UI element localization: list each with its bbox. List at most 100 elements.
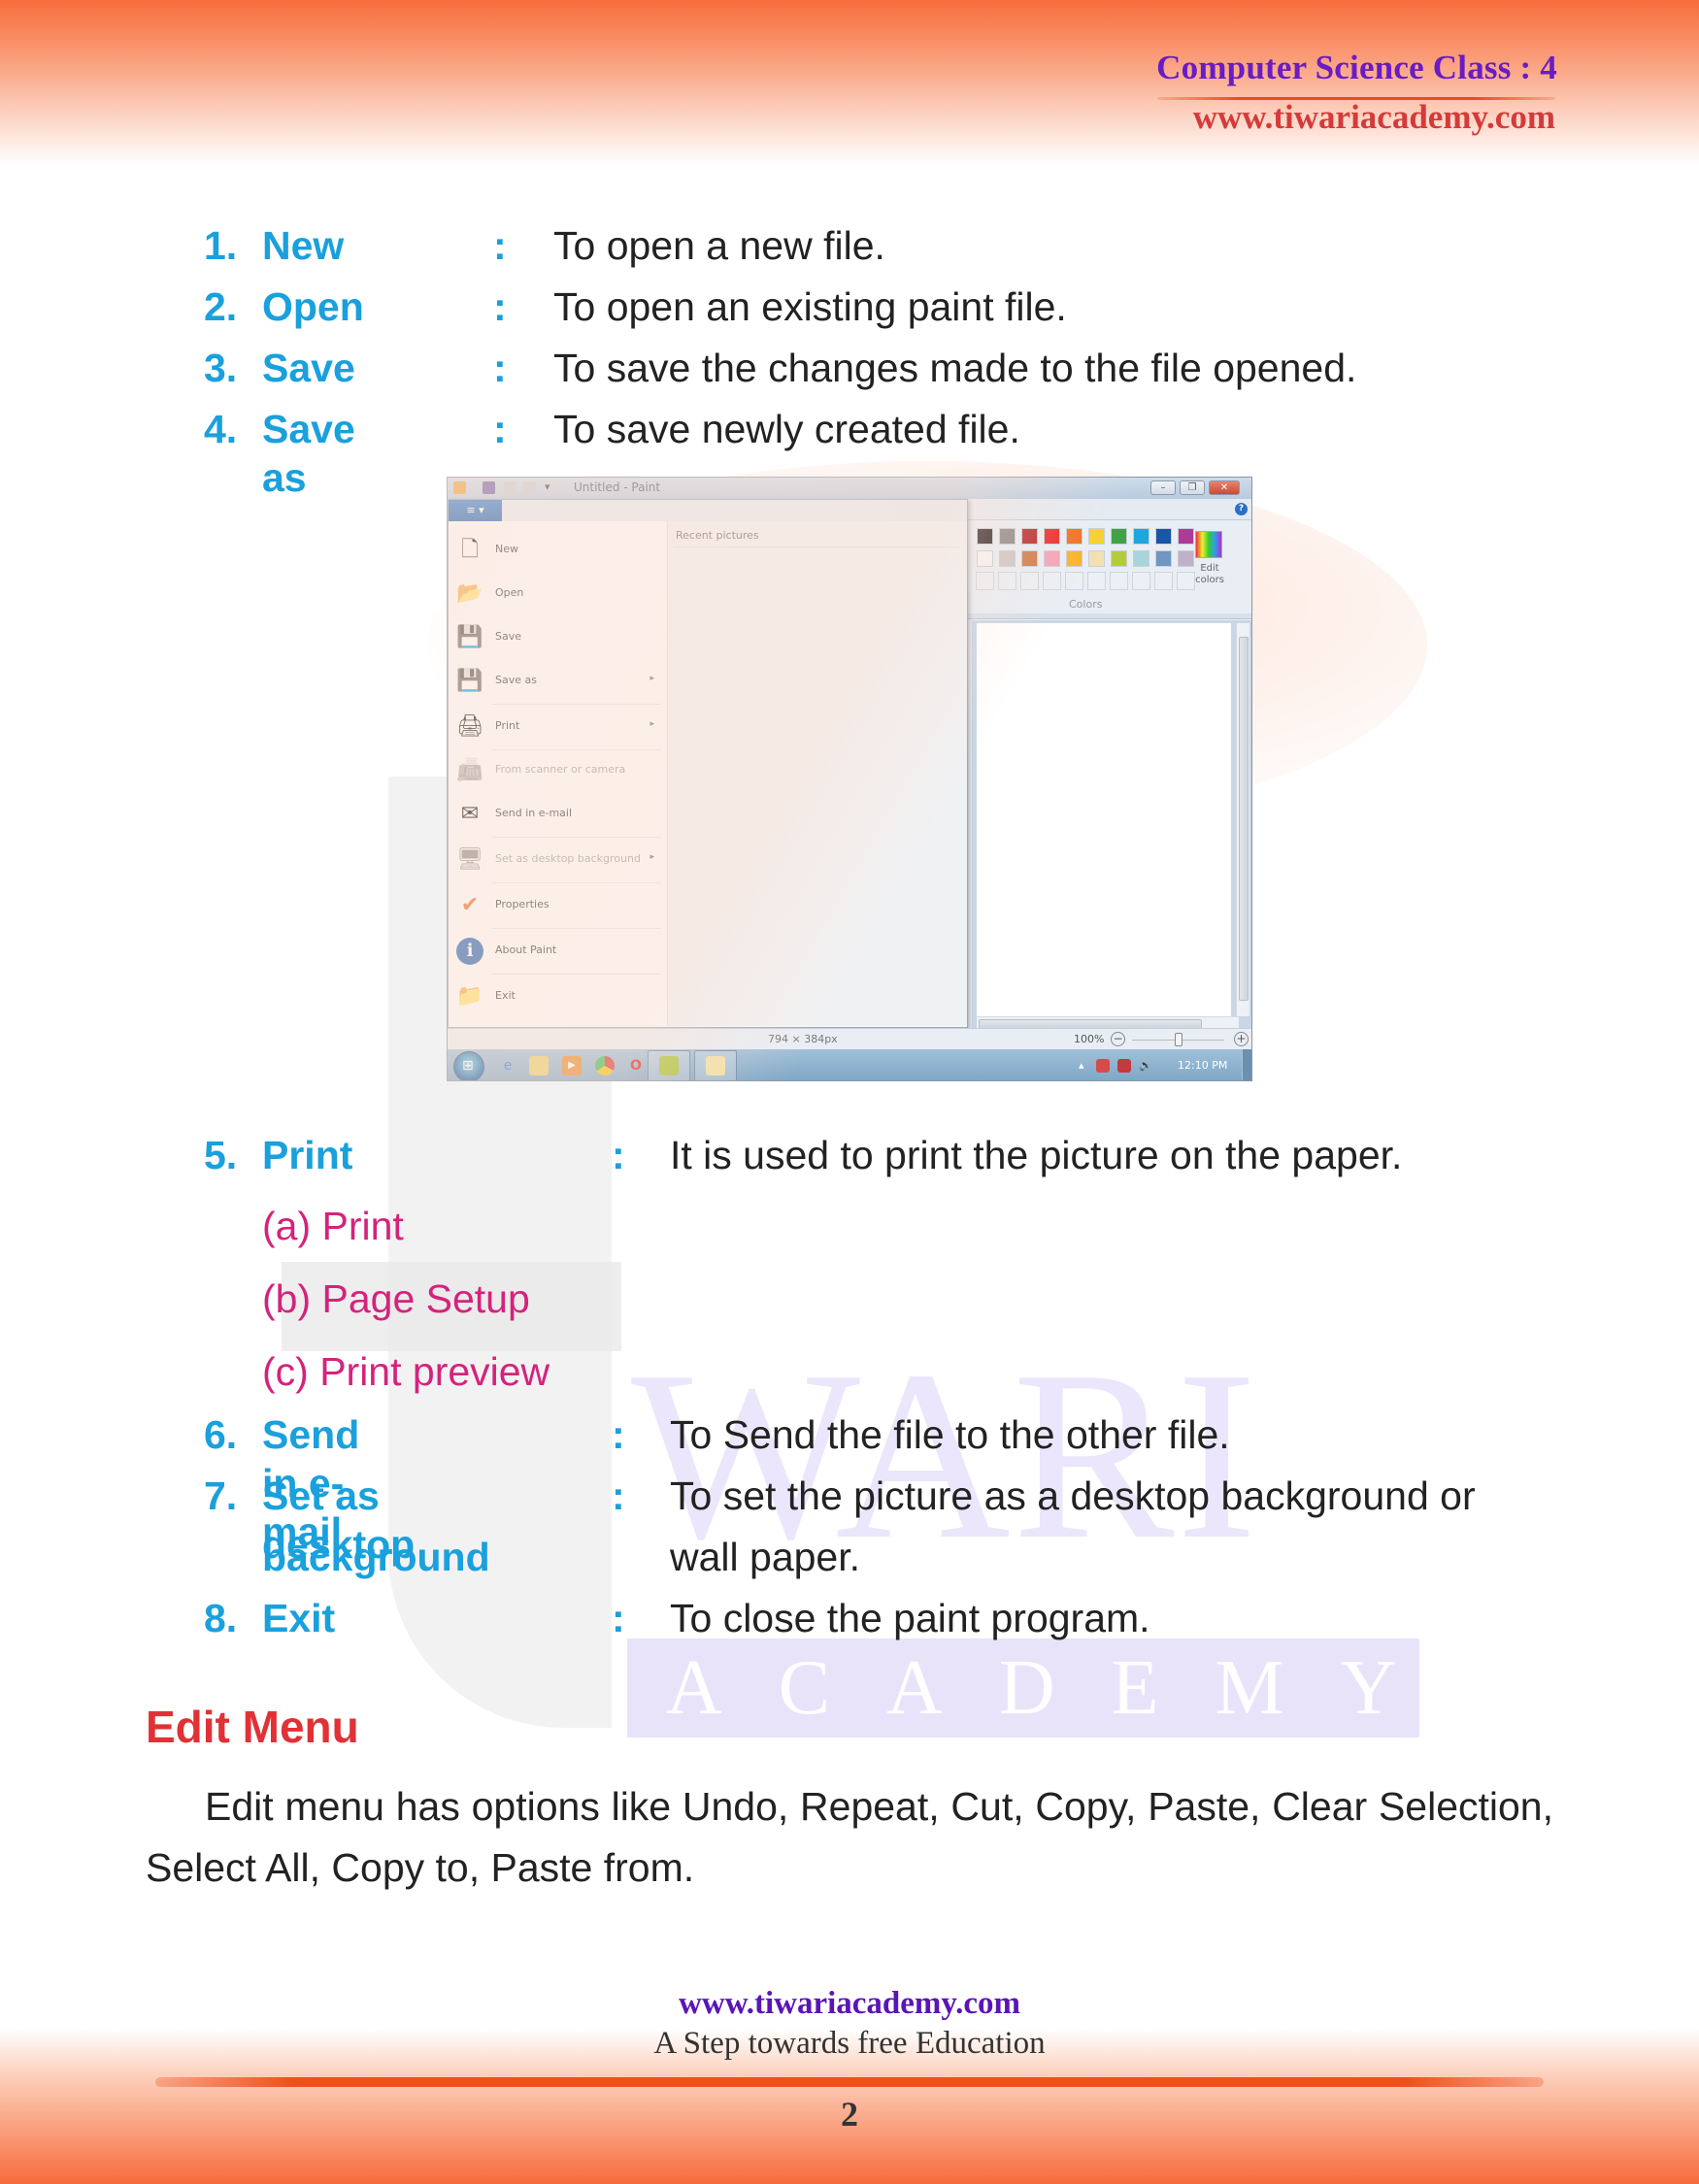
desktop-background-icon: 🖥 [456,847,483,872]
taskbar-clock[interactable]: 12:10 PM [1178,1059,1227,1072]
menu-item-print[interactable]: 🖨 Print ▸ [452,706,662,748]
action-center-icon[interactable] [1096,1059,1110,1073]
pinned-app-icon[interactable] [659,1056,679,1075]
menu-item-label: About Paint [495,943,557,956]
zoom-slider-thumb[interactable] [1174,1033,1183,1046]
internet-explorer-icon[interactable]: e [498,1056,517,1075]
zoom-out-button[interactable]: − [1111,1032,1125,1046]
help-icon[interactable]: ? [1235,503,1248,515]
color-swatch[interactable] [1021,528,1038,545]
menu-item-label: Print [495,719,520,732]
item-colon: : [493,346,507,390]
close-button[interactable]: ✕ [1209,480,1240,495]
item-term-line2: background [262,1535,490,1579]
color-swatch[interactable] [1155,528,1172,545]
custom-color-slot[interactable] [976,572,994,590]
color-swatch[interactable] [1088,528,1105,545]
menu-item-exit[interactable]: 📁 Exit [452,976,662,1018]
custom-color-slot[interactable] [1020,572,1039,590]
item-term: Print [262,1133,353,1177]
quick-save-icon[interactable] [483,481,495,494]
menu-item-label: Save as [495,674,537,686]
item-number: 2. [204,284,238,329]
open-folder-icon: 📂 [456,581,483,606]
scanner-icon: 📠 [456,758,483,782]
printer-icon: 🖨 [456,714,483,739]
color-swatch[interactable] [1021,550,1038,567]
menu-item-open[interactable]: 📂 Open [452,573,662,615]
status-bar: 794 × 384px 100% − + [448,1028,1251,1049]
menu-separator [491,882,661,883]
menu-item-from-scanner-or-camera[interactable]: 📠 From scanner or camera [452,749,662,792]
volume-icon[interactable]: 🔈 [1139,1059,1152,1072]
paint-taskbar-icon[interactable] [706,1056,725,1075]
show-desktop-button[interactable] [1242,1049,1251,1080]
menu-item-save-as[interactable]: 💾 Save as ▸ [452,660,662,703]
color-swatch[interactable] [1133,550,1149,567]
file-explorer-icon[interactable] [529,1056,549,1075]
info-icon: ℹ [456,938,483,965]
color-swatch[interactable] [1133,528,1149,545]
custom-color-slot[interactable] [1132,572,1150,590]
undo-icon[interactable] [504,481,516,494]
item-description: To open an existing paint file. [553,284,1067,329]
windows-logo-icon: ⊞ [462,1058,474,1074]
color-swatch[interactable] [1044,550,1060,567]
edit-colors-button[interactable] [1195,531,1222,558]
custom-color-slot[interactable] [1110,572,1128,590]
recent-pictures-panel: Recent pictures [667,521,967,1026]
drawing-canvas[interactable] [977,623,1231,1016]
color-swatch[interactable] [1088,550,1105,567]
media-player-icon[interactable]: ▶ [562,1056,582,1075]
color-swatch[interactable] [1066,528,1083,545]
color-swatch[interactable] [1155,550,1172,567]
item-colon: : [493,223,507,268]
custom-color-slot[interactable] [1154,572,1173,590]
menu-item-properties[interactable]: ✔ Properties [452,884,662,927]
redo-icon[interactable] [523,481,536,494]
menu-item-new[interactable]: 🗋 New [452,529,662,572]
color-swatch[interactable] [977,528,993,545]
item-term: Open [262,284,364,329]
custom-color-slot[interactable] [998,572,1016,590]
color-swatch[interactable] [1111,528,1127,545]
color-swatch[interactable] [1111,550,1127,567]
file-menu-button[interactable]: ≡ ▾ [449,500,502,521]
custom-color-slot[interactable] [1087,572,1106,590]
watermark-academy-text: ACADEMY [627,1638,1419,1737]
menu-item-label: Open [495,586,524,599]
item-number: 1. [204,223,238,268]
start-button[interactable]: ⊞ [453,1051,484,1080]
footer-url-link[interactable]: www.tiwariacademy.com [0,1986,1699,2022]
maximize-button[interactable]: ❐ [1180,480,1205,495]
opera-icon[interactable]: O [626,1056,646,1075]
custom-color-slot[interactable] [1043,572,1061,590]
color-swatch[interactable] [1044,528,1060,545]
custom-color-slot[interactable] [1065,572,1083,590]
color-swatch[interactable] [999,528,1016,545]
menu-item-save[interactable]: 💾 Save [452,616,662,659]
network-icon[interactable] [1117,1059,1131,1073]
minimize-button[interactable]: – [1150,480,1176,495]
color-swatch[interactable] [1066,550,1083,567]
vertical-scroll-thumb[interactable] [1239,637,1249,1001]
menu-item-about-paint[interactable]: ℹ About Paint [452,930,662,973]
page-number: 2 [841,2095,858,2134]
save-disk-icon: 💾 [456,625,483,649]
menu-item-set-as-desktop-background[interactable]: 🖥 Set as desktop background ▸ [452,839,662,881]
submenu-arrow-icon: ▸ [650,674,654,683]
color-swatch[interactable] [977,550,993,567]
color-swatch[interactable] [999,550,1016,567]
header-url-link[interactable]: www.tiwariacademy.com [1193,98,1555,137]
vertical-scrollbar[interactable] [1236,623,1249,1016]
item-colon: : [493,407,507,451]
menu-item-send-in-e-mail[interactable]: ✉ Send in e-mail [452,793,662,836]
menu-item-label: From scanner or camera [495,763,626,776]
customize-quick-access-icon[interactable]: ▾ [545,480,557,493]
zoom-in-button[interactable]: + [1234,1032,1249,1046]
color-swatch[interactable] [1178,528,1194,545]
menu-separator [491,704,661,705]
item-term: Save as [262,407,355,500]
chrome-icon[interactable] [595,1056,615,1075]
tray-expand-icon[interactable]: ▴ [1079,1059,1084,1072]
